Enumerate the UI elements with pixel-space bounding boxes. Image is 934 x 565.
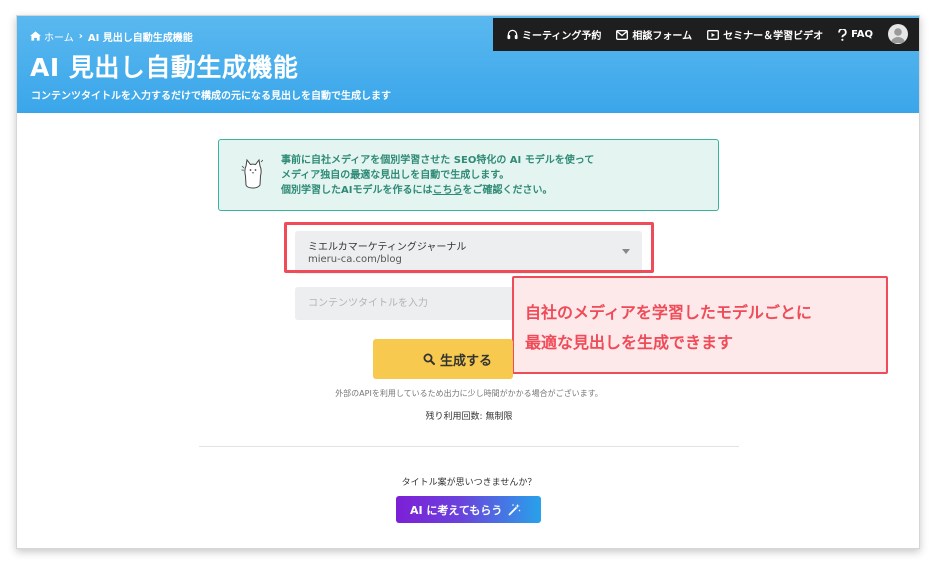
callout-line-2: 最適な見出しを生成できます xyxy=(525,333,734,352)
info-line-1: 事前に自社メディアを個別学習させた SEO特化の AI モデルを使って xyxy=(281,155,595,166)
nav-seminar-video-label: セミナー＆学習ビデオ xyxy=(723,31,824,42)
breadcrumb: ホーム › AI 見出し自動生成機能 xyxy=(30,29,193,44)
top-nav: ミーティング予約 相談フォーム セミナー＆学習ビデオ FAQ xyxy=(493,18,919,51)
ai-suggest-button[interactable]: AI に考えてもらう xyxy=(396,496,541,523)
magic-wand-icon xyxy=(508,503,521,516)
info-line-3: 個別学習したAIモデルを作るにはこちらをご確認ください。 xyxy=(281,183,594,198)
question-icon xyxy=(838,28,847,41)
media-select-highlight-frame xyxy=(284,222,654,273)
divider xyxy=(199,446,739,447)
info-line-2: メディア独自の最適な見出しを自動で生成します。 xyxy=(281,170,510,181)
ai-suggest-button-label: AI に考えてもらう xyxy=(410,503,503,517)
nav-meeting-booking-label: ミーティング予約 xyxy=(522,31,602,42)
callout-line-1: 自社のメディアを学習したモデルごとに xyxy=(525,303,812,322)
nav-faq[interactable]: FAQ xyxy=(838,28,874,41)
content-title-input[interactable] xyxy=(295,287,541,320)
breadcrumb-separator: › xyxy=(78,30,83,42)
generate-button[interactable]: 生成する xyxy=(373,339,513,379)
info-here-link[interactable]: こちら xyxy=(432,185,462,196)
annotation-callout: 自社のメディアを学習したモデルごとに 最適な見出しを生成できます xyxy=(512,276,888,374)
search-icon xyxy=(423,353,435,365)
avatar-silhouette xyxy=(891,28,905,43)
nav-meeting-booking[interactable]: ミーティング予約 xyxy=(507,27,601,42)
headset-icon xyxy=(507,29,518,40)
info-box: 事前に自社メディアを個別学習させた SEO特化の AI モデルを使って メディア… xyxy=(218,139,719,211)
app-window: ホーム › AI 見出し自動生成機能 AI 見出し自動生成機能 コンテンツタイト… xyxy=(16,15,920,549)
mail-icon xyxy=(616,29,629,40)
info-text: 事前に自社メディアを個別学習させた SEO特化の AI モデルを使って メディア… xyxy=(281,153,594,198)
nav-consult-form[interactable]: 相談フォーム xyxy=(616,27,692,42)
breadcrumb-current: AI 見出し自動生成機能 xyxy=(87,32,193,44)
info-line-3-suffix: をご確認ください。 xyxy=(462,185,553,196)
nav-consult-form-label: 相談フォーム xyxy=(632,31,693,42)
page-header: ホーム › AI 見出し自動生成機能 AI 見出し自動生成機能 コンテンツタイト… xyxy=(17,16,919,113)
breadcrumb-home-link[interactable]: ホーム xyxy=(44,29,74,44)
ask-prompt: タイトル案が思いつきませんか？ xyxy=(401,478,537,488)
user-avatar-icon[interactable] xyxy=(888,24,908,44)
info-line-3-prefix: 個別学習したAIモデルを作るには xyxy=(281,185,433,196)
page-subtitle: コンテンツタイトルを入力するだけで構成の元になる見出しを自動で生成します xyxy=(31,91,391,102)
video-icon xyxy=(707,29,720,40)
home-icon xyxy=(30,31,41,41)
remaining-uses: 残り利用回数: 無制限 xyxy=(425,412,513,422)
api-note: 外部のAPIを利用しているため出力に少し時間がかかる場合がございます。 xyxy=(335,389,603,398)
cat-mascot-icon xyxy=(241,158,263,189)
generate-button-label: 生成する xyxy=(440,353,493,369)
nav-faq-label: FAQ xyxy=(851,29,874,40)
nav-seminar-video[interactable]: セミナー＆学習ビデオ xyxy=(707,27,823,42)
page-title: AI 見出し自動生成機能 xyxy=(30,53,299,82)
